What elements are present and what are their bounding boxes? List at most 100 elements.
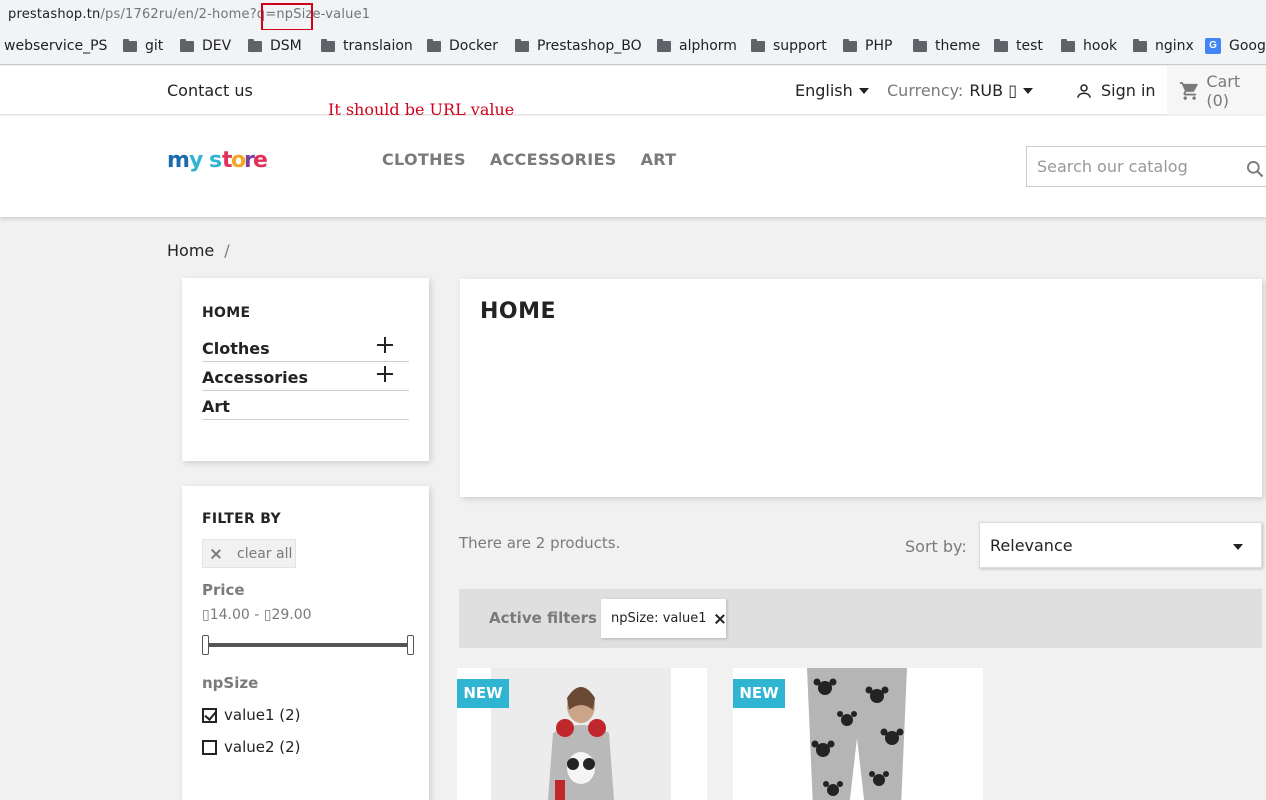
- bookmark-label: git: [145, 38, 164, 54]
- bookmark-translaion[interactable]: translaion: [321, 38, 413, 54]
- folder-icon: [248, 38, 262, 52]
- bookmark-label: test: [1016, 38, 1043, 54]
- cart-label: Cart (0): [1206, 71, 1241, 110]
- sign-in-link[interactable]: Sign in: [1075, 81, 1156, 100]
- category-item-accessories[interactable]: Accessories: [202, 362, 409, 391]
- sort-by-select[interactable]: Relevance: [979, 522, 1262, 568]
- expand-plus-icon[interactable]: [377, 366, 393, 382]
- search-input[interactable]: Search our catalog: [1026, 146, 1266, 187]
- price-slider-track[interactable]: [204, 643, 411, 647]
- svg-text:y: y: [189, 148, 203, 173]
- bookmark-php[interactable]: PHP: [843, 38, 892, 54]
- new-badge: NEW: [733, 679, 785, 708]
- sort-by-label: Sort by:: [905, 537, 967, 556]
- bookmark-label: Docker: [449, 38, 499, 54]
- bookmark-hook[interactable]: hook: [1061, 38, 1117, 54]
- clear-all-button[interactable]: clear all: [202, 539, 296, 568]
- folder-icon: [123, 38, 137, 52]
- price-slider-min-handle[interactable]: [202, 635, 209, 655]
- svg-text:e: e: [253, 148, 267, 173]
- currency-selector[interactable]: Currency: RUB ▯: [887, 81, 1034, 100]
- bookmark-label: nginx: [1155, 38, 1194, 54]
- faceted-search: FILTER BY clear all Price ▯14.00 - ▯29.0…: [182, 486, 429, 800]
- bookmark-google-translate[interactable]: G Goog: [1205, 38, 1266, 54]
- clear-all-label: clear all: [237, 545, 293, 562]
- active-filter-chip[interactable]: npSize: value1: [601, 599, 726, 638]
- shopping-cart-icon: [1179, 81, 1198, 100]
- facet-option-value2[interactable]: value2 (2): [202, 738, 301, 756]
- category-tree-title[interactable]: HOME: [202, 305, 250, 321]
- currency-value: RUB ▯: [969, 81, 1018, 100]
- svg-text:m: m: [167, 148, 189, 173]
- main-menu: CLOTHES ACCESSORIES ART: [382, 150, 676, 169]
- folder-icon: [751, 38, 765, 52]
- bookmark-label: Goog: [1229, 38, 1266, 54]
- checkbox-unchecked-icon[interactable]: [202, 739, 217, 755]
- folder-icon: [843, 38, 857, 52]
- facet-option-value1[interactable]: value1 (2): [202, 706, 301, 724]
- facet-option-label: value1 (2): [224, 706, 301, 724]
- contact-us-link[interactable]: Contact us: [167, 81, 253, 100]
- bookmark-test[interactable]: test: [994, 38, 1043, 54]
- folder-icon: [1133, 38, 1147, 52]
- search-placeholder: Search our catalog: [1037, 157, 1188, 176]
- menu-item-clothes[interactable]: CLOTHES: [382, 150, 466, 169]
- product-image[interactable]: [491, 668, 671, 800]
- url-path: /ps/1762ru/en/2-home?q=npSize-value1: [100, 7, 371, 22]
- breadcrumb-separator: /: [224, 241, 230, 260]
- filter-by-title: FILTER BY: [202, 511, 281, 527]
- bookmark-label: webservice_PS: [4, 38, 108, 54]
- folder-icon: [180, 38, 194, 52]
- currency-label: Currency:: [887, 81, 964, 100]
- menu-item-art[interactable]: ART: [641, 150, 677, 169]
- folder-icon: [657, 38, 671, 52]
- product-card[interactable]: NEW: [733, 668, 983, 800]
- google-translate-icon: G: [1205, 38, 1221, 54]
- product-image[interactable]: [767, 668, 947, 800]
- active-filters-bar: Active filters npSize: value1: [459, 589, 1262, 648]
- search-icon[interactable]: [1245, 159, 1265, 179]
- folder-icon: [1061, 38, 1075, 52]
- category-tree: HOME Clothes Accessories Art: [182, 278, 429, 461]
- category-label: Accessories: [202, 368, 308, 387]
- cart-button[interactable]: Cart (0): [1167, 66, 1266, 115]
- language-selector[interactable]: English: [795, 81, 869, 100]
- breadcrumb-home[interactable]: Home: [167, 241, 214, 260]
- product-card[interactable]: NEW: [457, 668, 707, 800]
- bookmark-theme[interactable]: theme: [913, 38, 980, 54]
- sign-in-label: Sign in: [1101, 81, 1156, 100]
- category-label: Art: [202, 397, 230, 416]
- menu-item-accessories[interactable]: ACCESSORIES: [490, 150, 617, 169]
- browser-url-bar[interactable]: prestashop.tn/ps/1762ru/en/2-home?q=npSi…: [0, 0, 1266, 31]
- category-item-art[interactable]: Art: [202, 391, 409, 420]
- category-item-clothes[interactable]: Clothes: [202, 333, 409, 362]
- bookmark-docker[interactable]: Docker: [427, 38, 498, 54]
- url-text[interactable]: prestashop.tn/ps/1762ru/en/2-home?q=npSi…: [8, 7, 370, 22]
- top-nav: Contact us It should be URL value Englis…: [0, 66, 1266, 119]
- folder-icon: [321, 38, 335, 52]
- language-label: English: [795, 81, 853, 100]
- remove-filter-close-icon[interactable]: [715, 614, 725, 624]
- bookmark-prestashop-bo[interactable]: Prestashop_BO: [515, 38, 642, 54]
- bookmark-label: Prestashop_BO: [537, 38, 642, 54]
- store-logo[interactable]: m y s t o r e: [167, 143, 268, 184]
- bookmark-label: alphorm: [679, 38, 737, 54]
- expand-plus-icon[interactable]: [377, 337, 393, 353]
- bookmark-nginx[interactable]: nginx: [1133, 38, 1194, 54]
- price-slider-max-handle[interactable]: [407, 635, 414, 655]
- url-host: prestashop.tn: [8, 7, 101, 22]
- caret-down-icon: [1023, 87, 1034, 94]
- bookmark-git[interactable]: git: [123, 38, 163, 54]
- bookmark-dev[interactable]: DEV: [180, 38, 231, 54]
- bookmark-support[interactable]: support: [751, 38, 827, 54]
- price-range-value: ▯14.00 - ▯29.00: [202, 607, 312, 623]
- page-title: HOME: [480, 299, 557, 324]
- new-badge: NEW: [457, 679, 509, 708]
- products-count: There are 2 products.: [459, 534, 621, 552]
- folder-icon: [515, 38, 529, 52]
- bookmark-label: DEV: [202, 38, 232, 54]
- bookmark-alphorm[interactable]: alphorm: [657, 38, 737, 54]
- bookmark-dsm[interactable]: DSM: [248, 38, 302, 54]
- bookmark-webservice-ps[interactable]: webservice_PS: [4, 38, 107, 54]
- checkbox-checked-icon[interactable]: [202, 707, 217, 723]
